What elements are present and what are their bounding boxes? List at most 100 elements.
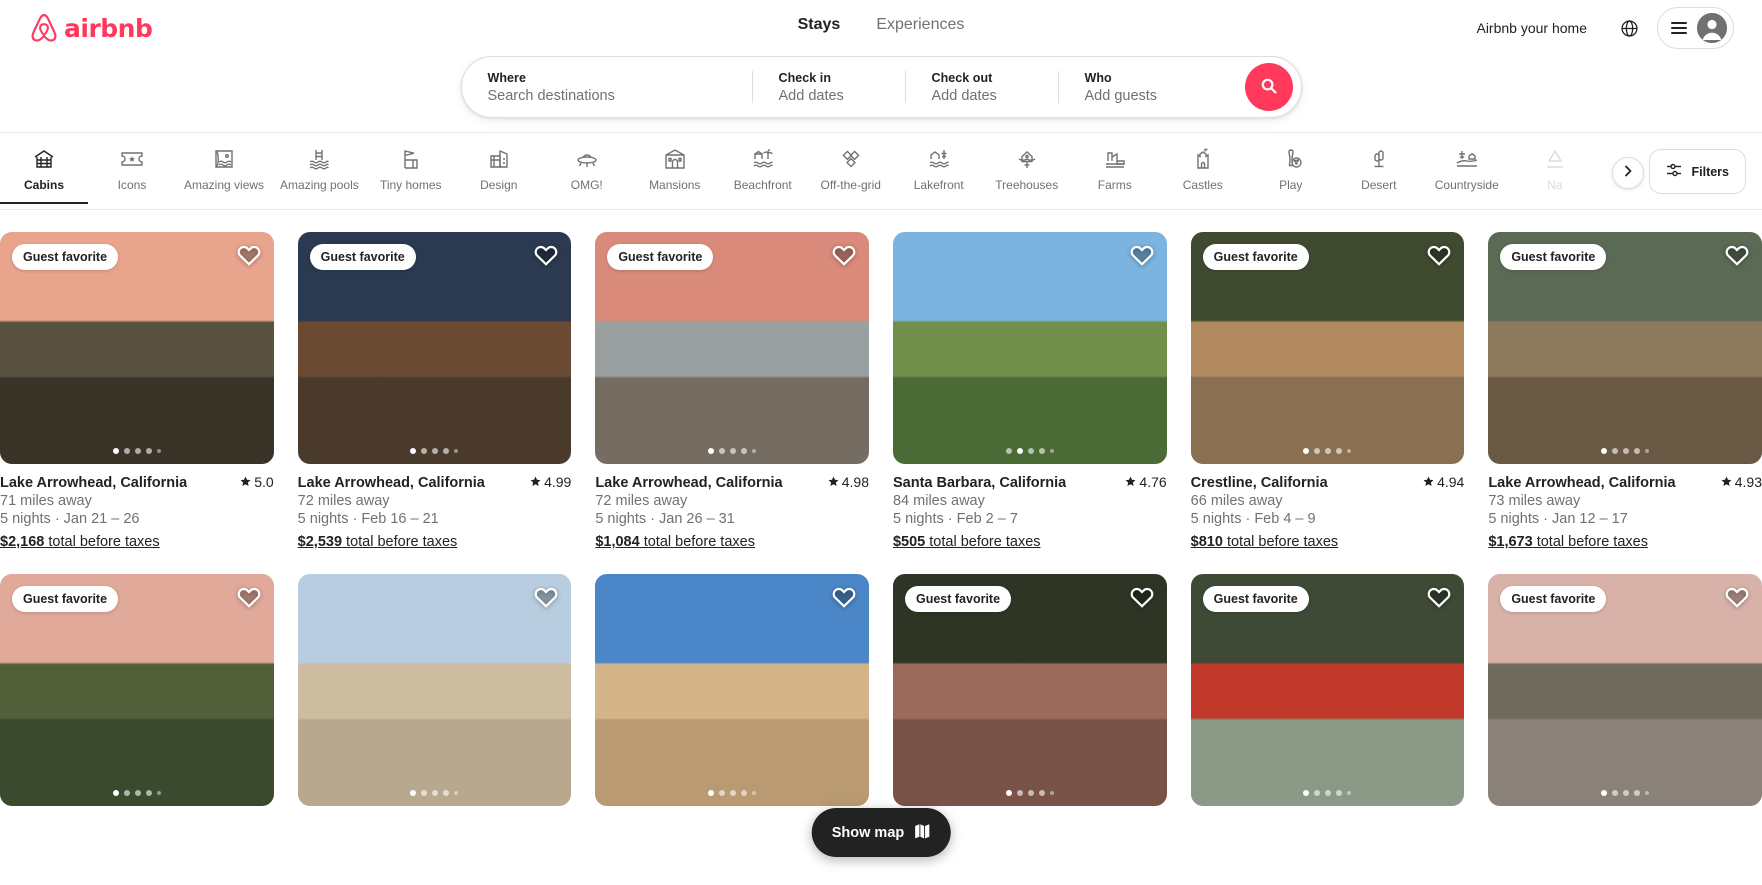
listing-image[interactable]: [297, 574, 572, 806]
category-icons[interactable]: Icons: [88, 143, 176, 204]
category-design[interactable]: Design: [455, 143, 543, 204]
carousel-dot[interactable]: [112, 790, 119, 796]
listing-card[interactable]: Guest favorite: [892, 574, 1167, 806]
carousel-dot[interactable]: [1303, 448, 1310, 454]
listing-card[interactable]: Guest favorite Crestline, California 4.9…: [1190, 232, 1465, 550]
listing-card[interactable]: Guest favorite: [0, 574, 274, 806]
favorite-heart-icon[interactable]: [831, 242, 857, 273]
carousel-dot[interactable]: [134, 448, 141, 454]
favorite-heart-icon[interactable]: [533, 242, 559, 273]
carousel-dot[interactable]: [112, 448, 119, 454]
category-mansions[interactable]: Mansions: [631, 143, 719, 204]
filters-button[interactable]: Filters: [1649, 149, 1746, 194]
carousel-dot[interactable]: [1303, 790, 1310, 796]
carousel-dot[interactable]: [1347, 449, 1352, 453]
carousel-dot[interactable]: [123, 448, 130, 454]
listing-card[interactable]: [595, 574, 869, 806]
listing-image[interactable]: Guest favorite: [1190, 574, 1465, 806]
carousel-dot[interactable]: [1601, 448, 1608, 454]
category-play[interactable]: Play: [1247, 143, 1335, 204]
carousel-dot[interactable]: [1314, 448, 1321, 454]
carousel-dot[interactable]: [708, 448, 715, 454]
carousel-dot[interactable]: [454, 449, 459, 453]
category-scroll-next-button[interactable]: [1612, 157, 1644, 189]
carousel-dot[interactable]: [1634, 790, 1641, 796]
category-countryside[interactable]: Countryside: [1423, 143, 1511, 204]
search-checkout-segment[interactable]: Check out Add dates: [906, 59, 1058, 116]
search-who-segment[interactable]: Who Add guests: [1059, 59, 1239, 116]
listing-image[interactable]: Guest favorite: [892, 574, 1167, 806]
carousel-dot[interactable]: [443, 790, 450, 796]
carousel-dot[interactable]: [432, 790, 439, 796]
listing-image[interactable]: Guest favorite: [297, 232, 572, 464]
carousel-dot[interactable]: [1601, 790, 1608, 796]
category-amazing-pools[interactable]: Amazing pools: [272, 143, 367, 204]
category-national-parks[interactable]: Na: [1511, 143, 1599, 204]
favorite-heart-icon[interactable]: [1129, 242, 1155, 273]
favorite-heart-icon[interactable]: [533, 584, 559, 615]
carousel-dot[interactable]: [432, 448, 439, 454]
listing-image[interactable]: Guest favorite: [1488, 232, 1762, 464]
carousel-dot[interactable]: [1038, 448, 1045, 454]
show-map-button[interactable]: Show map: [811, 808, 951, 857]
category-omg[interactable]: OMG!: [543, 143, 631, 204]
carousel-dot[interactable]: [1314, 790, 1321, 796]
favorite-heart-icon[interactable]: [1426, 584, 1452, 615]
listing-card[interactable]: Guest favorite Lake Arrowhead, Californi…: [595, 232, 869, 550]
category-beachfront[interactable]: Beachfront: [719, 143, 807, 204]
favorite-heart-icon[interactable]: [1724, 584, 1750, 615]
carousel-dot[interactable]: [1049, 449, 1054, 453]
carousel-dot[interactable]: [156, 791, 161, 795]
listing-image[interactable]: Guest favorite: [0, 232, 274, 464]
carousel-dot[interactable]: [1612, 448, 1619, 454]
carousel-dot[interactable]: [1634, 448, 1641, 454]
carousel-dot[interactable]: [145, 448, 152, 454]
category-lakefront[interactable]: Lakefront: [895, 143, 983, 204]
carousel-dot[interactable]: [1645, 791, 1650, 795]
carousel-dot[interactable]: [1016, 790, 1023, 796]
carousel-dot[interactable]: [410, 790, 417, 796]
listing-image[interactable]: Guest favorite: [1488, 574, 1762, 806]
listing-card[interactable]: Guest favorite Lake Arrowhead, Californi…: [0, 232, 274, 550]
nav-tab-stays[interactable]: Stays: [796, 12, 843, 38]
carousel-dot[interactable]: [1325, 790, 1332, 796]
listing-card[interactable]: Guest favorite Lake Arrowhead, Californi…: [297, 232, 572, 550]
listing-image[interactable]: [595, 574, 869, 806]
listing-image[interactable]: Guest favorite: [0, 574, 274, 806]
carousel-dot[interactable]: [1612, 790, 1619, 796]
favorite-heart-icon[interactable]: [831, 584, 857, 615]
favorite-heart-icon[interactable]: [236, 242, 262, 273]
carousel-dot[interactable]: [145, 790, 152, 796]
carousel-dot[interactable]: [1623, 790, 1630, 796]
carousel-dot[interactable]: [1027, 448, 1034, 454]
favorite-heart-icon[interactable]: [1426, 242, 1452, 273]
carousel-dot[interactable]: [1049, 791, 1054, 795]
carousel-dot[interactable]: [421, 448, 428, 454]
carousel-dot[interactable]: [1005, 790, 1012, 796]
carousel-dot[interactable]: [730, 448, 737, 454]
carousel-dot[interactable]: [1623, 448, 1630, 454]
globe-icon[interactable]: [1609, 8, 1649, 48]
search-checkin-segment[interactable]: Check in Add dates: [753, 59, 905, 116]
carousel-dot[interactable]: [752, 791, 757, 795]
carousel-dot[interactable]: [741, 448, 748, 454]
listing-card[interactable]: [297, 574, 572, 806]
category-off-the-grid[interactable]: Off-the-grid: [807, 143, 895, 204]
carousel-dot[interactable]: [443, 448, 450, 454]
carousel-dot[interactable]: [421, 790, 428, 796]
category-desert[interactable]: Desert: [1335, 143, 1423, 204]
carousel-dot[interactable]: [741, 790, 748, 796]
carousel-dot[interactable]: [156, 449, 161, 453]
carousel-dot[interactable]: [1038, 790, 1045, 796]
carousel-dot[interactable]: [1005, 448, 1012, 454]
carousel-dot[interactable]: [1336, 790, 1343, 796]
user-menu-button[interactable]: [1657, 7, 1734, 49]
listing-image[interactable]: [892, 232, 1167, 464]
carousel-dot[interactable]: [123, 790, 130, 796]
airbnb-your-home-link[interactable]: Airbnb your home: [1462, 8, 1601, 48]
listing-card[interactable]: Santa Barbara, California 4.76 84 miles …: [892, 232, 1167, 550]
category-tiny-homes[interactable]: Tiny homes: [367, 143, 455, 204]
listing-image[interactable]: Guest favorite: [595, 232, 869, 464]
carousel-dot[interactable]: [1347, 791, 1352, 795]
search-where-segment[interactable]: Where Search destinations: [462, 59, 752, 116]
